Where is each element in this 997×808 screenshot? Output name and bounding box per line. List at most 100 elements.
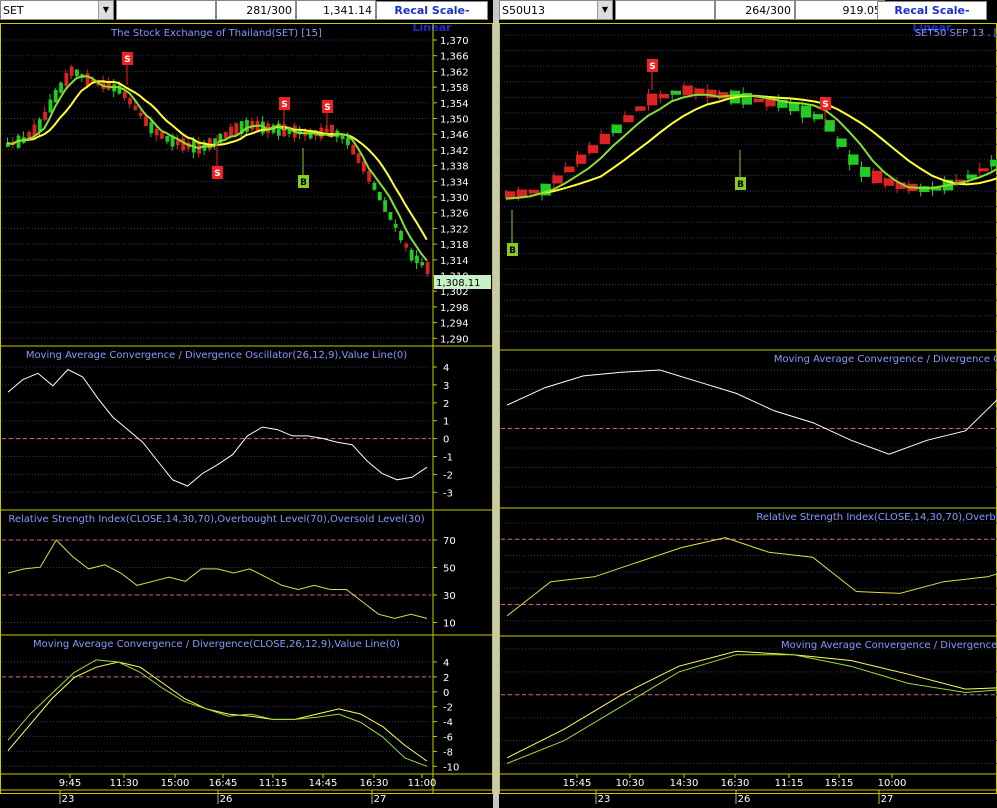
- candle-body: [420, 262, 425, 266]
- candle-body: [85, 73, 90, 86]
- candle-body: [753, 98, 764, 103]
- macd-oscillator-tick-label: 0: [443, 435, 449, 446]
- rsi-tick-label: 30: [443, 591, 456, 602]
- candle-body: [43, 111, 47, 120]
- time-axis-label: 9:45: [59, 778, 81, 789]
- price-tick-label: 1,290: [440, 334, 469, 345]
- time-axis-label: 15:15: [825, 778, 854, 789]
- candle-body: [388, 212, 393, 220]
- candle-body: [367, 171, 372, 182]
- candle-body: [635, 106, 646, 111]
- macd-tick-label: -6: [443, 733, 453, 744]
- candle-body: [181, 138, 186, 151]
- left-chart-panel: SET ▼ 281/300 1,341.14 Recal Scale-Linea…: [0, 0, 493, 808]
- time-axis-label: 11:30: [110, 778, 139, 789]
- candle-body: [223, 132, 228, 139]
- signal-label: S: [281, 100, 287, 110]
- macd-oscillator-title: Moving Average Convergence / Divergence …: [774, 354, 997, 365]
- time-axis-label: 11:00: [408, 778, 437, 789]
- date-axis-label: 27: [881, 794, 894, 805]
- price-tick-label: 1,370: [440, 36, 469, 47]
- candle-body: [658, 93, 670, 99]
- time-axis-label: 15:45: [563, 778, 592, 789]
- macd-oscillator-tick-label: -1: [443, 453, 453, 464]
- macd-oscillator-tick-label: -3: [443, 488, 453, 499]
- candle-body: [234, 123, 239, 136]
- candle-body: [149, 122, 154, 134]
- candle-body: [69, 66, 74, 76]
- candle-body: [425, 262, 430, 274]
- candle-body: [647, 93, 658, 106]
- price-tick-label: 1,358: [440, 83, 469, 94]
- candle-body: [528, 189, 539, 194]
- candle-body: [346, 138, 350, 146]
- candle-body: [245, 120, 249, 132]
- price-tick-label: 1,350: [440, 115, 469, 126]
- right-chart-canvas[interactable]: SET50 SEP 13 . [15]928925922919916913910…: [499, 0, 997, 808]
- candle-body: [415, 255, 419, 264]
- macd-tick-label: 0: [443, 688, 449, 699]
- macd-line: [506, 650, 997, 759]
- candle-body: [351, 145, 356, 155]
- price-tick-label: 1,334: [440, 177, 469, 188]
- candle-body: [836, 138, 847, 147]
- price-tick-label: 1,354: [440, 99, 469, 110]
- price-tick-label: 1,294: [440, 319, 469, 330]
- time-axis-label: 16:45: [209, 778, 238, 789]
- signal-label: S: [822, 100, 828, 110]
- candle-body: [670, 90, 681, 95]
- current-price-label: 1,308.11: [436, 278, 481, 289]
- price-tick-label: 1,330: [440, 193, 469, 204]
- candle-body: [122, 91, 127, 98]
- macd-tick-label: -8: [443, 747, 453, 758]
- candle-body: [800, 105, 812, 118]
- macd-oscillator-line: [506, 369, 997, 455]
- signal-label: B: [509, 246, 516, 256]
- time-axis-label: 14:45: [309, 778, 338, 789]
- time-axis-label: 11:15: [259, 778, 288, 789]
- time-axis-label: 14:30: [670, 778, 699, 789]
- time-axis-label: 10:00: [878, 778, 907, 789]
- rsi-line: [7, 539, 428, 619]
- slow-moving-average-line: [505, 94, 997, 200]
- signal-label: B: [737, 180, 744, 190]
- candle-body: [587, 145, 599, 154]
- candle-body: [871, 170, 883, 184]
- left-chart-canvas[interactable]: The Stock Exchange of Thailand(SET) [15]…: [0, 0, 493, 808]
- rsi-tick-label: 50: [443, 564, 456, 575]
- candle-body: [165, 135, 170, 142]
- macd-oscillator-tick-label: 4: [443, 363, 449, 374]
- candle-body: [824, 120, 835, 132]
- candle-body: [409, 249, 414, 261]
- time-axis-label: 10:30: [616, 778, 645, 789]
- chart-title: The Stock Exchange of Thailand(SET) [15]: [110, 28, 322, 39]
- candle-body: [399, 231, 403, 241]
- macd-title: Moving Average Convergence / Divergence(…: [33, 639, 400, 650]
- candle-body: [576, 154, 587, 164]
- candle-body: [623, 115, 634, 123]
- rsi-tick-label: 10: [443, 619, 456, 630]
- macd-tick-label: 4: [443, 658, 449, 669]
- price-tick-label: 1,342: [440, 146, 469, 157]
- candle-body: [377, 191, 382, 201]
- signal-label: S: [214, 169, 220, 179]
- price-tick-label: 1,322: [440, 224, 469, 235]
- candle-body: [144, 116, 148, 127]
- candle-body: [860, 167, 871, 177]
- candle-body: [383, 200, 387, 212]
- macd-oscillator-title: Moving Average Convergence / Divergence …: [26, 350, 407, 361]
- price-tick-label: 1,362: [440, 67, 469, 78]
- macd-oscillator-tick-label: 1: [443, 417, 449, 428]
- candle-body: [599, 133, 610, 145]
- candle-body: [48, 99, 53, 113]
- date-axis-label: 23: [62, 794, 75, 805]
- candle-body: [133, 105, 138, 111]
- price-tick-label: 1,338: [440, 162, 469, 173]
- macd-oscillator-tick-label: 3: [443, 381, 449, 392]
- macd-signal-line: [506, 654, 997, 764]
- fast-moving-average-line: [505, 93, 997, 200]
- chart-title: SET50 SEP 13 . [15]: [915, 28, 997, 39]
- date-axis-label: 23: [598, 794, 611, 805]
- macd-tick-label: -2: [443, 703, 453, 714]
- date-axis-label: 26: [220, 794, 233, 805]
